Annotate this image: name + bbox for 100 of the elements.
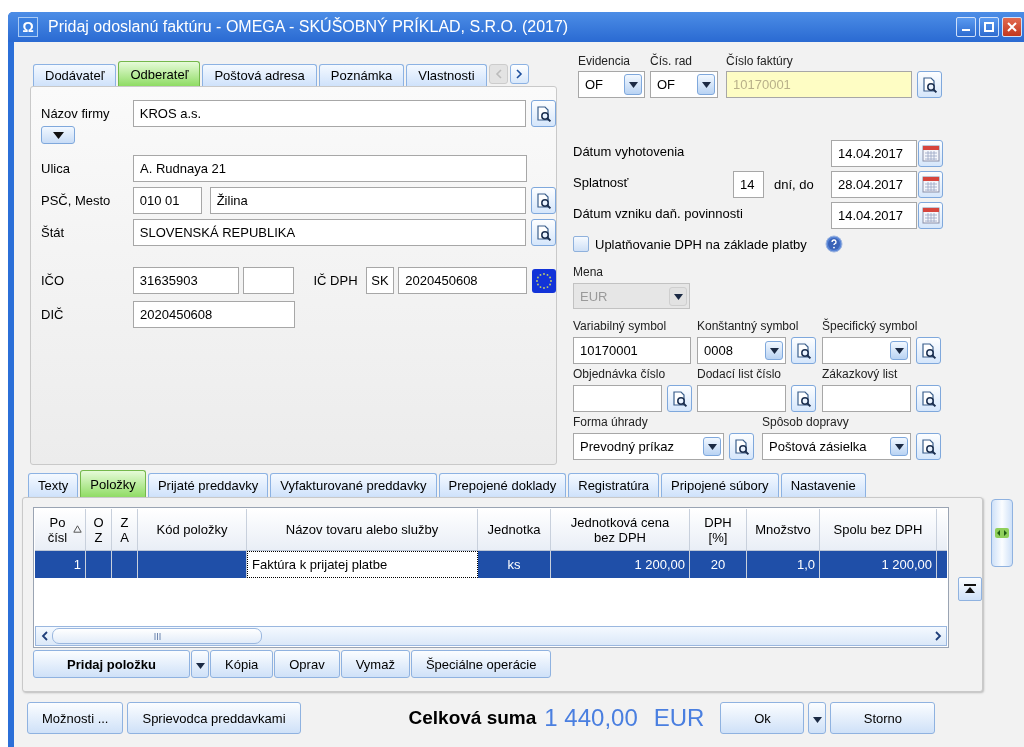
column-header[interactable]: Kód položky <box>138 509 247 550</box>
days-field[interactable]: 14 <box>733 170 764 198</box>
date-field[interactable]: 28.04.2017 <box>831 170 917 198</box>
column-header[interactable]: Množstvo <box>747 509 820 550</box>
field-label: Ulica <box>41 161 71 176</box>
checkbox-label: Uplatňovanie DPH na základe platby <box>595 236 807 252</box>
lookup-button[interactable] <box>916 337 941 364</box>
calendar-button[interactable] <box>918 170 943 198</box>
tab[interactable]: Texty <box>28 473 79 497</box>
text-field[interactable]: 010 01 <box>132 187 202 214</box>
dropdown-button[interactable] <box>41 126 75 144</box>
lookup-button[interactable] <box>667 385 692 412</box>
date-field[interactable]: 14.04.2017 <box>831 201 917 229</box>
action-button[interactable]: Oprav <box>274 650 340 678</box>
footer-button[interactable]: Sprievodca preddavkami <box>127 702 301 734</box>
panel-toggle-button[interactable] <box>991 499 1013 567</box>
cancel-button[interactable]: Storno <box>830 702 936 734</box>
text-field[interactable]: 31635903 <box>132 267 239 294</box>
text-field[interactable] <box>573 385 662 412</box>
table-row[interactable]: 1 Faktúra k prijatej platbe ks 1 200,00 20 1,0 1 200,00 <box>35 551 947 578</box>
horizontal-scrollbar[interactable] <box>35 626 947 646</box>
dropdown[interactable]: 0008 <box>697 337 786 364</box>
text-field[interactable] <box>697 385 786 412</box>
eu-flag-button[interactable] <box>532 268 556 293</box>
scrollbar-thumb[interactable] <box>52 628 262 644</box>
minimize-button[interactable] <box>956 17 976 37</box>
column-header[interactable]: Názov tovaru alebo služby <box>247 509 478 550</box>
total-amount: 1 440,00 <box>544 704 638 732</box>
caret-icon <box>628 81 638 88</box>
checkbox[interactable] <box>573 236 589 252</box>
search-icon <box>534 191 553 210</box>
field-label: Variabilný symbol <box>573 319 668 335</box>
column-header[interactable]: Jednotková cena bez DPH <box>551 509 690 550</box>
field-label: Spôsob dopravy <box>762 415 850 431</box>
tab[interactable]: Prijaté preddavky <box>147 473 269 497</box>
action-button[interactable]: Kópia <box>210 650 274 678</box>
tab[interactable]: Vyfakturované preddavky <box>270 473 437 497</box>
column-header[interactable]: Po čísl <box>35 509 86 550</box>
lookup-button[interactable] <box>531 219 556 246</box>
dropdown[interactable]: Poštová zásielka <box>762 433 911 460</box>
tab[interactable]: Poštová adresa <box>202 64 317 86</box>
tab[interactable]: Pripojené súbory <box>661 473 779 497</box>
tab[interactable]: Vlastnosti <box>406 64 487 86</box>
action-button[interactable]: Vymaž <box>340 650 410 678</box>
text-field[interactable]: Žilina <box>209 187 526 214</box>
calendar-button[interactable] <box>918 201 943 229</box>
tab[interactable]: Registratúra <box>568 473 660 497</box>
calendar-button[interactable] <box>918 139 943 167</box>
close-button[interactable] <box>1002 17 1022 37</box>
dropdown-button[interactable] <box>191 650 209 678</box>
maximize-button[interactable] <box>979 17 999 37</box>
lookup-button[interactable] <box>531 187 556 214</box>
tab[interactable]: Dodávateľ <box>33 64 117 86</box>
tab[interactable]: Prepojené doklady <box>438 473 567 497</box>
column-header[interactable]: O Z <box>86 509 112 550</box>
chevron-left-icon <box>40 631 48 641</box>
text-field[interactable] <box>242 267 295 294</box>
tab[interactable]: Odberateľ <box>118 61 201 86</box>
ok-button[interactable]: Ok <box>720 702 805 734</box>
text-field[interactable]: 2020450608 <box>133 301 295 328</box>
double-arrow-icon <box>995 528 1009 538</box>
column-header[interactable]: Jednotka <box>478 509 551 550</box>
caret-icon <box>52 131 64 139</box>
text-field[interactable]: SLOVENSKÁ REPUBLIKA <box>132 219 526 246</box>
tab[interactable]: Nastavenie <box>780 473 866 497</box>
tab[interactable]: Položky <box>80 470 146 497</box>
column-header[interactable]: DPH [%] <box>690 509 747 550</box>
dropdown[interactable]: OF <box>650 71 718 98</box>
lookup-button[interactable] <box>916 433 941 460</box>
date-field[interactable]: 14.04.2017 <box>831 139 917 167</box>
table-cell: 1 200,00 <box>551 551 690 578</box>
cell-editor[interactable]: Faktúra k prijatej platbe <box>247 551 478 578</box>
lookup-button[interactable] <box>916 385 941 412</box>
text-field[interactable]: A. Rudnaya 21 <box>133 155 527 182</box>
text-field[interactable] <box>822 385 911 412</box>
scroll-top-button[interactable] <box>958 577 982 601</box>
column-header[interactable]: Spolu bez DPH <box>820 509 937 550</box>
footer-button[interactable]: Možnosti ... <box>27 702 124 734</box>
action-button[interactable]: Špeciálne operácie <box>410 650 552 678</box>
dropdown-button[interactable] <box>808 702 827 734</box>
calendar-icon <box>921 144 940 162</box>
search-icon <box>920 75 939 94</box>
text-field[interactable]: SK <box>366 267 395 294</box>
lookup-button[interactable] <box>729 433 754 460</box>
add-item-button[interactable]: Pridaj položku <box>33 650 190 678</box>
caret-icon <box>894 443 904 450</box>
text-field[interactable]: 2020450608 <box>398 267 527 294</box>
lookup-button[interactable] <box>917 71 942 98</box>
caret-icon <box>769 347 779 354</box>
tab[interactable]: Poznámka <box>318 64 405 86</box>
lookup-button[interactable] <box>791 385 816 412</box>
text-field[interactable]: 10170001 <box>573 337 691 364</box>
help-icon[interactable] <box>824 235 843 253</box>
lookup-button[interactable] <box>791 337 816 364</box>
dropdown[interactable]: OF <box>578 71 645 98</box>
column-header[interactable]: Z A <box>112 509 138 550</box>
lookup-button[interactable] <box>531 100 556 127</box>
dropdown[interactable]: Prevodný príkaz <box>573 433 724 460</box>
text-field[interactable]: KROS a.s. <box>132 100 526 127</box>
table-cell: ks <box>478 551 551 578</box>
